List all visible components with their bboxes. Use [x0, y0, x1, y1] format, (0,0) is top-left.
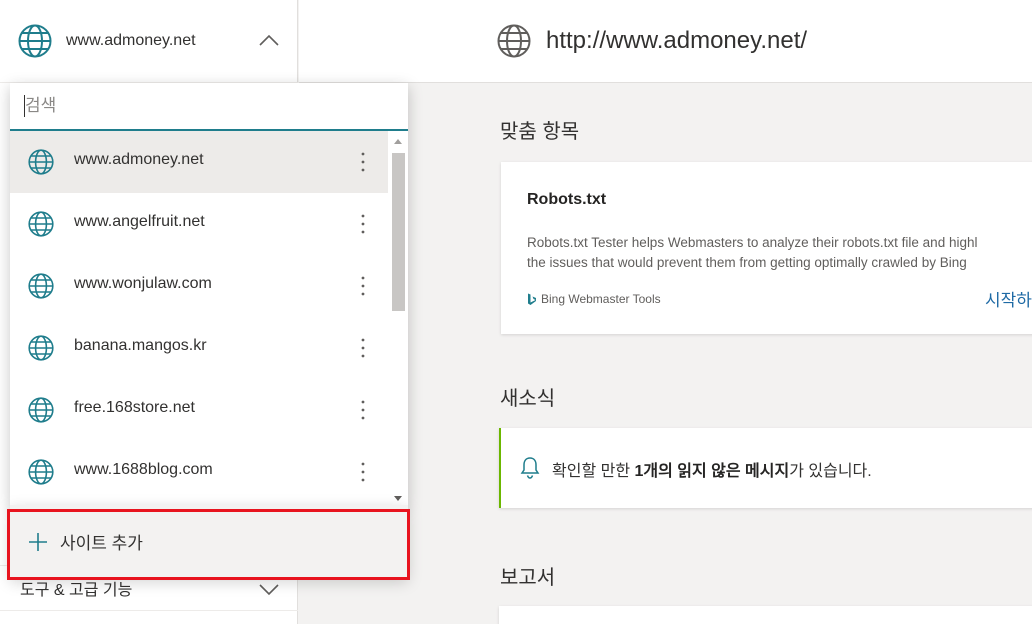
site-list-scrollbar[interactable]: [390, 135, 406, 505]
recommendation-card[interactable]: Robots.txt Robots.txt Tester helps Webma…: [501, 162, 1032, 334]
add-site-button[interactable]: 사이트 추가: [10, 505, 408, 578]
site-search-input[interactable]: [25, 93, 385, 119]
card-description: Robots.txt Tester helps Webmasters to an…: [527, 233, 1032, 273]
recommendations-title: 맞춤 항목: [500, 121, 580, 143]
news-text-bold: 1개의 읽지 않은 메시지: [634, 463, 790, 480]
site-list-item[interactable]: www.1688blog.com: [10, 441, 388, 503]
scroll-up-arrow-icon[interactable]: [394, 139, 402, 144]
card-source: Bing Webmaster Tools: [527, 292, 661, 306]
globe-icon: [28, 335, 54, 361]
site-selector[interactable]: www.admoney.net: [0, 0, 298, 83]
sidebar-item-label: 도구 & 고급 기능: [20, 582, 133, 599]
site-list-item[interactable]: free.168store.net: [10, 379, 388, 441]
bing-logo-icon: [528, 293, 536, 305]
site-list: www.admoney.net www.angelfruit.net www.w…: [10, 131, 388, 505]
more-options-icon[interactable]: [355, 273, 371, 299]
globe-icon: [28, 211, 54, 237]
news-text-suffix: 가 있습니다.: [789, 463, 872, 480]
more-options-icon[interactable]: [355, 397, 371, 423]
news-title: 새소식: [500, 388, 556, 410]
site-list-item[interactable]: www.angelfruit.net: [10, 193, 388, 255]
site-list-item[interactable]: www.admoney.net: [10, 131, 388, 193]
site-list-item-label: free.168store.net: [74, 399, 195, 416]
site-list-item[interactable]: banana.mangos.kr: [10, 317, 388, 379]
news-message: 확인할 만한 1개의 읽지 않은 메시지가 있습니다.: [552, 457, 872, 481]
reports-title: 보고서: [500, 567, 556, 589]
site-url: http://www.admoney.net/: [546, 27, 808, 54]
globe-icon: [497, 24, 531, 58]
card-description-line: the issues that would prevent them from …: [527, 255, 967, 270]
site-picker-dropdown: www.admoney.net www.angelfruit.net www.w…: [10, 83, 408, 505]
plus-icon: [29, 532, 47, 551]
more-options-icon[interactable]: [355, 459, 371, 485]
add-site-label: 사이트 추가: [60, 534, 143, 553]
card-source-label: Bing Webmaster Tools: [541, 292, 661, 306]
news-text-prefix: 확인할 만한: [552, 463, 635, 480]
site-list-item-label: www.1688blog.com: [74, 461, 213, 478]
bell-icon: [520, 457, 540, 479]
site-list-item[interactable]: www.wonjulaw.com: [10, 255, 388, 317]
globe-icon: [18, 24, 52, 58]
globe-icon: [28, 397, 54, 423]
start-link[interactable]: 시작하: [985, 286, 1032, 311]
more-options-icon[interactable]: [355, 149, 371, 175]
chevron-down-icon: [259, 584, 279, 596]
site-list-item-label: www.admoney.net: [74, 151, 204, 168]
current-site-name: www.admoney.net: [66, 32, 196, 49]
more-options-icon[interactable]: [355, 335, 371, 361]
globe-icon: [28, 149, 54, 175]
globe-icon: [28, 459, 54, 485]
reports-card: [499, 606, 1032, 624]
globe-icon: [28, 273, 54, 299]
chevron-up-icon[interactable]: [258, 30, 280, 52]
news-card[interactable]: 확인할 만한 1개의 읽지 않은 메시지가 있습니다.: [499, 428, 1032, 508]
site-list-item-label: www.wonjulaw.com: [74, 275, 212, 292]
scroll-thumb[interactable]: [392, 153, 405, 311]
search-box[interactable]: [10, 83, 408, 131]
more-options-icon[interactable]: [355, 211, 371, 237]
card-description-line: Robots.txt Tester helps Webmasters to an…: [527, 235, 978, 250]
scroll-down-arrow-icon[interactable]: [394, 496, 402, 501]
main-header: http://www.admoney.net/: [299, 0, 1032, 83]
card-title: Robots.txt: [527, 191, 607, 208]
site-list-item-label: banana.mangos.kr: [74, 337, 207, 354]
site-list-item-label: www.angelfruit.net: [74, 213, 205, 230]
